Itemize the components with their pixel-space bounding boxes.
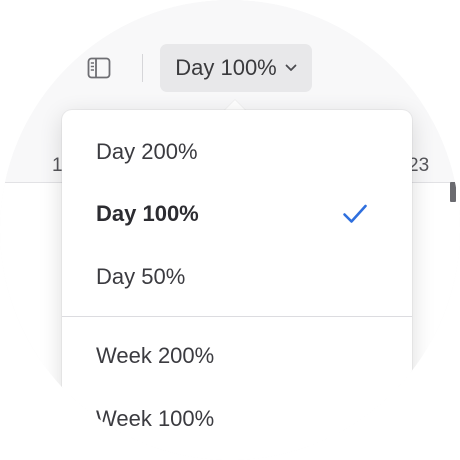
menu-item-week-200[interactable]: Week 200% xyxy=(62,328,412,384)
menu-item-week-100[interactable]: Week 100% xyxy=(62,391,412,447)
zoom-level-label: Day 100% xyxy=(175,55,277,80)
menu-item-label: Week 200% xyxy=(96,343,215,368)
menu-item-label: Day 100% xyxy=(96,201,199,226)
menu-separator xyxy=(62,316,412,317)
menu-item-label: Day 50% xyxy=(96,264,186,289)
menu-item-day-200[interactable]: Day 200% xyxy=(62,124,412,180)
toolbar-divider xyxy=(142,54,143,82)
zoom-level-menu: Day 200% Day 100% Day 50% Week 200% Week… xyxy=(62,110,412,460)
magnified-view: Day 100% 1 23 Day 200% Day 100% Day 50% … xyxy=(0,0,460,460)
menu-item-day-50[interactable]: Day 50% xyxy=(62,249,412,305)
menu-item-day-100[interactable]: Day 100% xyxy=(62,186,412,242)
chevron-down-icon xyxy=(285,64,297,72)
sidebar-icon xyxy=(87,57,111,79)
sidebar-toggle-button[interactable] xyxy=(86,56,112,80)
checkmark-icon xyxy=(343,204,367,223)
scroll-indicator xyxy=(450,182,456,202)
menu-item-label: Week 100% xyxy=(96,406,215,431)
menu-item-label: Day 200% xyxy=(96,139,198,164)
zoom-level-dropdown[interactable]: Day 100% xyxy=(160,44,312,92)
timeline-tick-label: 1 xyxy=(52,155,63,176)
screenshot-stage: Day 100% 1 23 Day 200% Day 100% Day 50% … xyxy=(0,0,460,460)
